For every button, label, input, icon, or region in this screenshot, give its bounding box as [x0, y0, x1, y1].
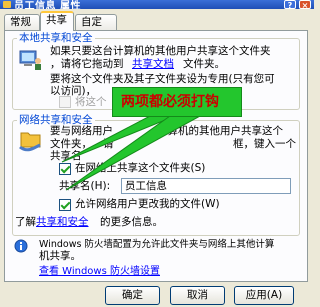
local-desc-line2-post: 文件夹。: [183, 58, 225, 70]
learn-more-pre: 了解: [15, 216, 36, 228]
window-title: 员工信息 属性: [14, 1, 81, 9]
tab-general[interactable]: 常规: [4, 14, 40, 30]
share-on-network-label: 在网络上共享这个文件夹(S): [75, 162, 206, 174]
share-name-input[interactable]: 员工信息: [121, 178, 291, 194]
callout-annotation: 两项都必须打钩: [112, 87, 242, 117]
firewall-settings-link[interactable]: 查看 Windows 防火墙设置: [39, 265, 160, 278]
make-private-label: 将这个: [75, 96, 107, 108]
computer-users-icon: [19, 50, 41, 70]
network-desc-line2b: 请: [103, 138, 114, 150]
ok-button[interactable]: 确定: [105, 286, 160, 305]
local-sharing-legend: 本地共享和安全: [17, 32, 95, 44]
sharing-security-link[interactable]: 共享和安全: [36, 216, 89, 229]
info-icon: [14, 239, 28, 253]
help-button[interactable]: ?: [284, 0, 296, 9]
folder-icon: [3, 1, 11, 8]
network-desc-line1b: 计算机的其他用户共享这个: [157, 125, 283, 137]
tab-sharing[interactable]: 共享: [40, 11, 74, 31]
shared-documents-link[interactable]: 共享文档: [132, 58, 174, 71]
allow-changes-checkbox[interactable]: [59, 199, 71, 211]
share-name-label: 共享名(H):: [59, 180, 111, 192]
local-desc-line2-pre: ，请将它拖动到: [50, 58, 124, 70]
close-button[interactable]: ×: [299, 0, 311, 9]
network-desc-line2c: 框，键入一个: [233, 138, 296, 150]
tab-customize[interactable]: 自定义: [75, 14, 117, 42]
local-desc-line1: 如果只要这台计算机的其他用户共享这个文件夹: [50, 45, 271, 57]
title-bar: 员工信息 属性 ? ×: [0, 0, 314, 9]
shared-folder-icon: [19, 132, 41, 152]
learn-more-post: 的更多信息。: [100, 216, 163, 228]
share-on-network-checkbox[interactable]: [59, 163, 71, 175]
firewall-desc-line2: 机共享。: [39, 250, 81, 262]
apply-button[interactable]: 应用(A): [234, 286, 294, 305]
allow-changes-label: 允许网络用户更改我的文件(W): [75, 198, 220, 210]
make-private-checkbox[interactable]: [59, 96, 71, 108]
cancel-button[interactable]: 取消: [170, 286, 225, 305]
tab-panel-sharing: 本地共享和安全 如果只要这台计算机的其他用户共享这个文件夹 ，请将它拖动到 共享…: [4, 30, 308, 282]
network-desc-line1a: 要与网络用户: [50, 125, 113, 137]
